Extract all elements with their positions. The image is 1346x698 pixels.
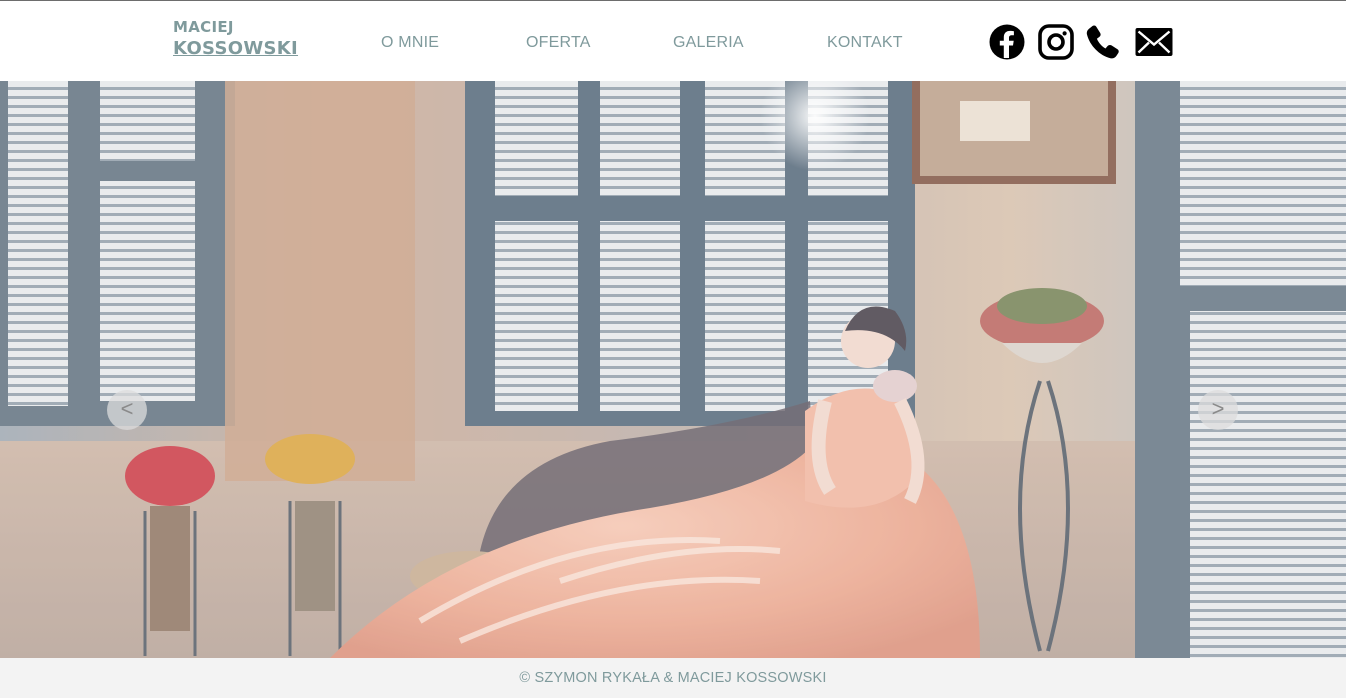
facebook-link[interactable] — [988, 23, 1026, 60]
instagram-icon — [1038, 24, 1074, 60]
logo-last-name: KOSSOWSKI — [173, 38, 299, 59]
email-link[interactable] — [1134, 23, 1174, 59]
site-footer: © SZYMON RYKAŁA & MACIEJ KOSSOWSKI — [0, 658, 1346, 698]
phone-icon — [1086, 25, 1119, 59]
site-logo-link[interactable]: MACIEJ KOSSOWSKI — [173, 20, 298, 58]
logo-first-name: MACIEJ — [173, 18, 234, 36]
instagram-link[interactable] — [1037, 23, 1075, 60]
slide-image — [0, 81, 1346, 658]
site-header: MACIEJ KOSSOWSKI O MNIE OFERTA GALERIA K… — [0, 1, 1346, 81]
phone-link[interactable] — [1085, 23, 1123, 59]
facebook-icon — [989, 24, 1025, 60]
nav-link-offer[interactable]: OFERTA — [526, 34, 591, 52]
slider-prev-button[interactable]: < — [107, 390, 147, 430]
nav-link-about[interactable]: O MNIE — [381, 34, 439, 52]
slider-next-button[interactable]: > — [1198, 390, 1238, 430]
nav-link-gallery[interactable]: GALERIA — [673, 34, 744, 52]
copyright-text: © SZYMON RYKAŁA & MACIEJ KOSSOWSKI — [519, 670, 827, 686]
nav-link-contact[interactable]: KONTAKT — [827, 34, 903, 52]
hero-slider: < > — [0, 81, 1346, 658]
envelope-icon — [1135, 28, 1173, 56]
